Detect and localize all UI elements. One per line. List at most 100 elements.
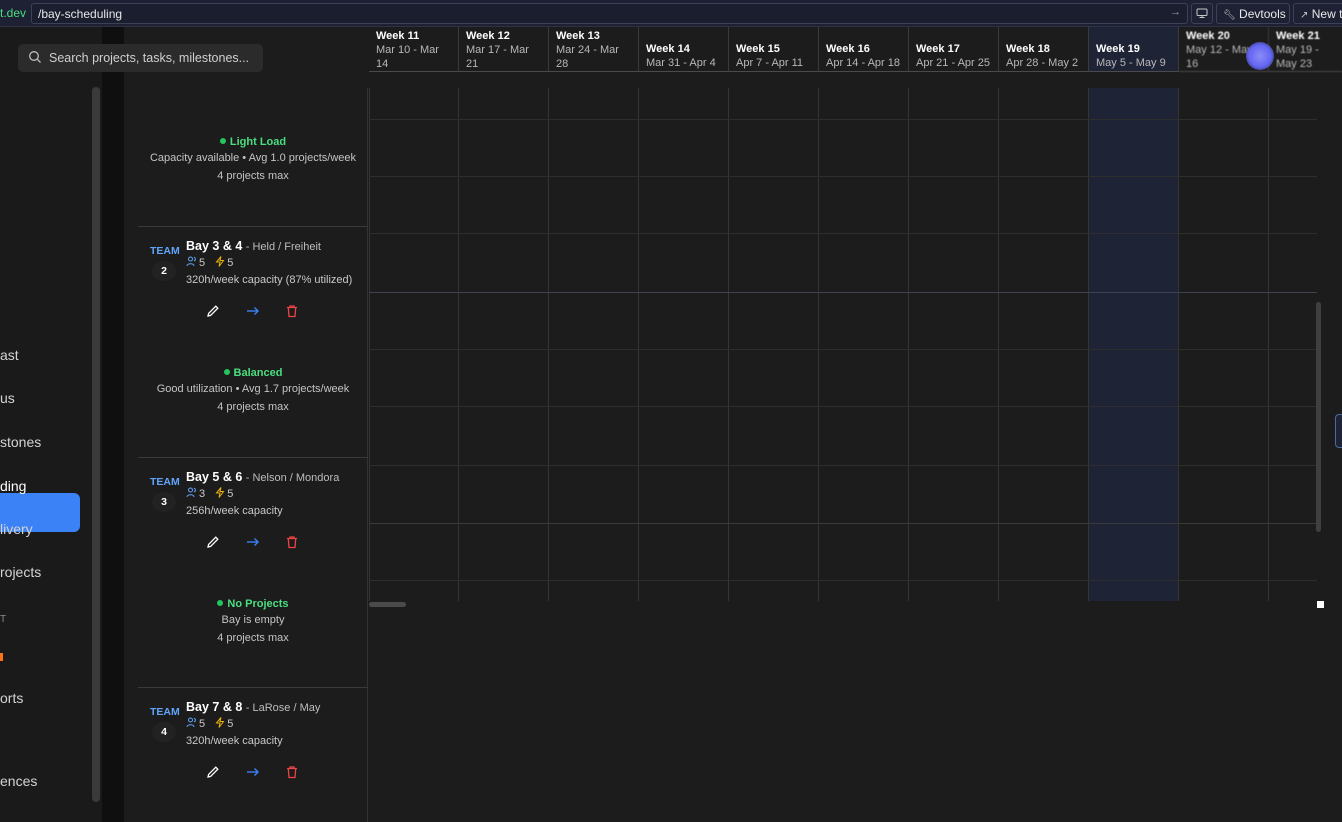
team-leads: - Held / Freiheit [245, 241, 321, 253]
week-dates: Mar 24 - Mar 28 [556, 44, 619, 70]
team-members-count: 5 [199, 718, 206, 730]
go-arrow-icon[interactable]: → [1170, 6, 1181, 18]
team-meta: 3 5 [186, 487, 233, 500]
sidebar-item-status[interactable]: us [0, 390, 15, 406]
bay-status-balanced: Balanced Good utilization • Avg 1.7 proj… [138, 366, 368, 416]
week-dates: Apr 7 - Apr 11 [736, 57, 804, 69]
horizontal-scrollbar[interactable] [369, 602, 406, 607]
sidebar-item-reports[interactable]: orts [0, 690, 23, 706]
team-leads: - Nelson / Mondora [245, 472, 340, 484]
team-tag: TEAM [150, 476, 180, 488]
week-12-header[interactable]: Week 12 Mar 17 - Mar 21 [459, 27, 549, 72]
week-title: Week 16 [826, 43, 870, 55]
bay-status-light-load: Light Load Capacity available • Avg 1.0 … [138, 135, 368, 185]
vertical-scrollbar[interactable] [1316, 302, 1321, 532]
assistant-orb[interactable] [1246, 42, 1274, 70]
search-input[interactable] [49, 49, 254, 67]
devtools-button[interactable]: 🔧︎ Devtools [1216, 3, 1290, 24]
sidebar: ast us stones ding livery rojects T orts… [0, 27, 102, 822]
browser-toolbar: t.dev /bay-scheduling → 🔧︎ Devtools ↗ Ne… [0, 0, 1342, 27]
team-bay-name: Bay 7 & 8 [186, 700, 243, 714]
status-max: 4 projects max [217, 170, 289, 182]
team-number-badge: 4 [152, 722, 176, 742]
side-panel-toggle[interactable] [1335, 414, 1342, 448]
delete-trash-icon[interactable] [284, 303, 300, 319]
week-11-header[interactable]: Week 11 Mar 10 - Mar 14 [369, 27, 459, 72]
delete-trash-icon[interactable] [284, 534, 300, 550]
team-capacity: 320h/week capacity [186, 735, 283, 747]
sidebar-item-delivery[interactable]: livery [0, 521, 33, 537]
monitor-icon [1196, 8, 1208, 18]
week-14-header[interactable]: Week 14 Mar 31 - Apr 4 [639, 27, 729, 72]
new-tab-button[interactable]: ↗ New t [1293, 3, 1342, 24]
team-power-count: 5 [227, 257, 234, 269]
week-16-header[interactable]: Week 16 Apr 14 - Apr 18 [819, 27, 909, 72]
status-label: Balanced [233, 367, 283, 379]
search-box[interactable] [18, 44, 263, 72]
week-header: Week 11 Mar 10 - Mar 14 Week 12 Mar 17 - M… [369, 27, 1342, 72]
team-number-badge: 3 [152, 492, 176, 512]
team-members-count: 5 [199, 257, 206, 269]
device-toggle-button[interactable] [1191, 3, 1213, 24]
team-meta: 5 5 [186, 717, 233, 730]
move-arrow-icon[interactable] [245, 534, 261, 550]
week-title: Week 19 [1096, 43, 1140, 55]
sidebar-item-bay-scheduling[interactable]: ding [0, 478, 26, 494]
grid-row-line [369, 176, 1317, 177]
team-bay-3-4: TEAM 2 Bay 3 & 4 - Held / Freiheit 5 5 3… [138, 227, 368, 337]
sidebar-orange-icon[interactable] [0, 653, 3, 661]
week-title: Week 17 [916, 43, 960, 55]
users-icon [186, 256, 196, 267]
week-dates: Mar 17 - Mar 21 [466, 44, 529, 70]
grid-line [1088, 88, 1089, 601]
resize-handle[interactable] [1317, 601, 1324, 608]
grid-row-line [369, 406, 1317, 407]
week-title: Week 18 [1006, 43, 1050, 55]
address-bar[interactable]: /bay-scheduling → [31, 3, 1188, 24]
sidebar-item-forecast[interactable]: ast [0, 347, 19, 363]
edit-pencil-icon[interactable] [205, 534, 221, 550]
team-name: Bay 3 & 4 - Held / Freiheit [186, 239, 321, 253]
move-arrow-icon[interactable] [245, 764, 261, 780]
sidebar-gutter [102, 27, 124, 822]
week-19-header[interactable]: Week 19 May 5 - May 9 [1089, 27, 1179, 72]
team-power-count: 5 [227, 718, 234, 730]
team-meta: 5 5 [186, 256, 233, 269]
url-path[interactable]: /bay-scheduling [38, 7, 122, 21]
week-17-header[interactable]: Week 17 Apr 21 - Apr 25 [909, 27, 999, 72]
week-dates: Mar 10 - Mar 14 [376, 44, 439, 70]
team-capacity: 320h/week capacity (87% utilized) [186, 274, 353, 286]
week-15-header[interactable]: Week 15 Apr 7 - Apr 11 [729, 27, 819, 72]
week-title: Week 13 [556, 30, 600, 42]
delete-trash-icon[interactable] [284, 764, 300, 780]
bay-list-panel: Light Load Capacity available • Avg 1.0 … [138, 88, 368, 822]
status-dot-icon [217, 600, 224, 606]
grid-line [369, 88, 370, 601]
week-18-header[interactable]: Week 18 Apr 28 - May 2 [999, 27, 1089, 72]
users-icon [186, 487, 196, 498]
move-arrow-icon[interactable] [245, 303, 261, 319]
grid-line [818, 88, 819, 601]
edit-pencil-icon[interactable] [205, 303, 221, 319]
lightning-icon [215, 256, 225, 267]
edit-pencil-icon[interactable] [205, 764, 221, 780]
week-dates: May 19 - May 23 [1276, 44, 1319, 70]
sidebar-section-label: T [0, 614, 7, 625]
team-members-count: 3 [199, 488, 206, 500]
week-dates: Apr 14 - Apr 18 [826, 57, 900, 69]
week-13-header[interactable]: Week 13 Mar 24 - Mar 28 [549, 27, 639, 72]
grid-line [998, 88, 999, 601]
team-name: Bay 5 & 6 - Nelson / Mondora [186, 470, 339, 484]
team-tag: TEAM [150, 245, 180, 257]
grid-line [1268, 88, 1269, 601]
sidebar-item-preferences[interactable]: ences [0, 773, 37, 789]
team-bay-5-6: TEAM 3 Bay 5 & 6 - Nelson / Mondora 3 5 … [138, 458, 368, 568]
status-detail: Good utilization • Avg 1.7 projects/week [156, 383, 350, 395]
week-21-header[interactable]: Week 21 May 19 - May 23 [1269, 27, 1342, 72]
lightning-icon [215, 487, 225, 498]
sidebar-item-milestones[interactable]: stones [0, 434, 41, 450]
schedule-grid[interactable] [369, 88, 1317, 601]
sidebar-scrollbar[interactable] [92, 87, 100, 802]
sidebar-item-projects[interactable]: rojects [0, 564, 41, 580]
status-dot-icon [223, 369, 230, 375]
